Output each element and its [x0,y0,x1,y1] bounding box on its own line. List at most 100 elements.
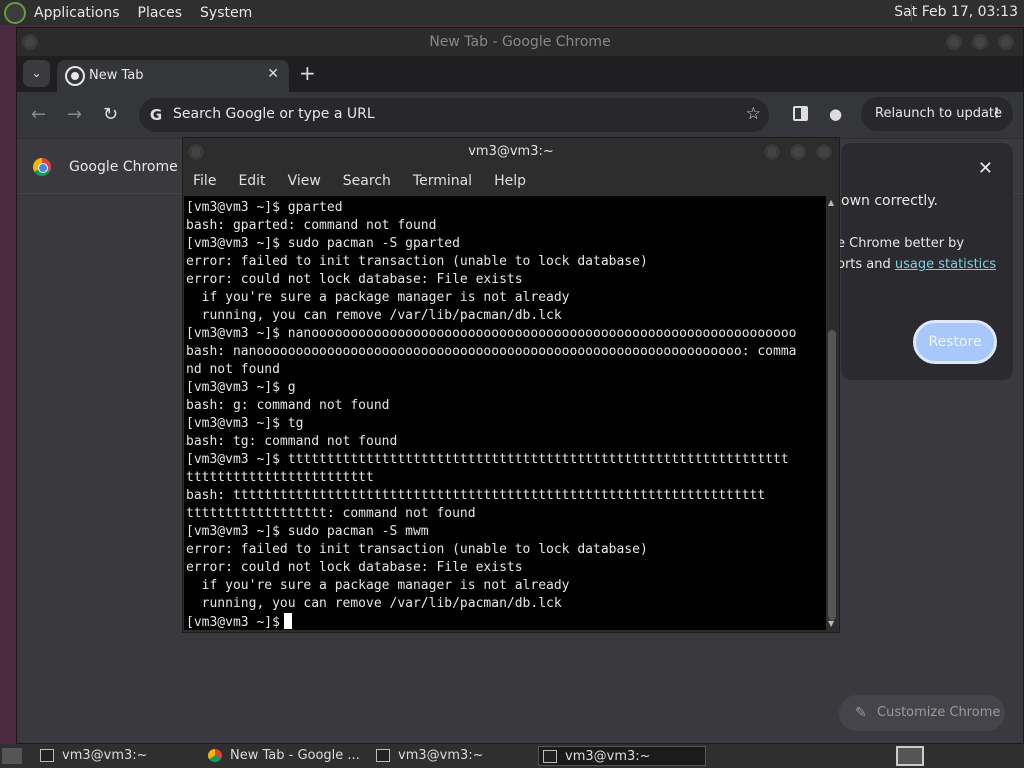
menu-search[interactable]: Search [343,173,391,189]
taskbar-item-label: vm3@vm3:~ [398,748,484,763]
bubble-line-2: e Chrome better by [837,236,965,251]
side-panel-icon[interactable] [793,106,808,121]
more-menu-icon[interactable]: ⋮ [990,97,1003,131]
terminal-line: error: could not lock database: File exi… [186,560,523,575]
omnibox[interactable]: G Search Google or type a URL ☆ [139,98,769,132]
back-arrow-icon[interactable]: ← [31,104,46,125]
minimize-button[interactable] [945,33,963,51]
chrome-logo-icon [33,158,51,176]
places-menu[interactable]: Places [138,5,183,21]
bottom-taskbar: vm3@vm3:~ New Tab - Google ... vm3@vm3:~… [0,744,1024,768]
profile-person-icon[interactable]: ● [829,105,845,123]
restore-pages-bubble: ✕ own correctly. e Chrome better by orts… [837,143,1013,380]
forward-arrow-icon[interactable]: → [67,104,82,125]
terminal-icon [40,749,54,762]
menu-file[interactable]: File [193,173,216,189]
bubble-line-3-text: orts and [837,257,895,272]
relaunch-to-update-button[interactable]: Relaunch to update ⋮ [861,97,1013,131]
terminal-close-button[interactable] [815,143,833,161]
terminal-line: bash: tg: command not found [186,434,398,449]
taskbar-item-terminal-1[interactable]: vm3@vm3:~ [36,746,196,766]
terminal-window: vm3@vm3:~ File Edit View Search Terminal… [182,137,840,633]
usage-statistics-link[interactable]: usage statistics [895,257,996,272]
tab-new-tab[interactable]: New Tab ✕ [57,60,289,92]
terminal-line: tttttttttttttttttttttttt [186,470,374,485]
taskbar-item-label: vm3@vm3:~ [565,749,651,764]
tab-label: New Tab [89,68,144,83]
pencil-icon: ✎ [855,705,867,721]
terminal-line: bash: tttttttttttttttttttttttttttttttttt… [186,488,766,503]
tab-search-chevron-icon[interactable]: ⌄ [23,60,50,87]
taskbar-item-terminal-3[interactable]: vm3@vm3:~ [538,746,706,766]
terminal-line: [vm3@vm3 ~]$ nanoooooooooooooooooooooooo… [186,326,797,341]
tab-strip: ⌄ New Tab ✕ + [17,56,1023,92]
omnibox-placeholder: Search Google or type a URL [173,106,375,122]
show-desktop-icon[interactable] [2,748,22,764]
terminal-line: [vm3@vm3 ~]$ sudo pacman -S mwm [186,524,429,539]
menu-view[interactable]: View [288,173,321,189]
terminal-line: [vm3@vm3 ~]$ g [186,380,296,395]
bookmark-star-icon[interactable]: ☆ [746,104,761,124]
menu-edit[interactable]: Edit [238,173,265,189]
terminal-line: [vm3@vm3 ~]$ ttttttttttttttttttttttttttt… [186,452,789,467]
terminal-menubar: File Edit View Search Terminal Help [183,166,839,196]
terminal-line: bash: nanooooooooooooooooooooooooooooooo… [186,344,797,359]
customize-label: Customize Chrome [877,705,1001,720]
chrome-titlebar[interactable]: New Tab - Google Chrome [17,28,1023,56]
terminal-line: nd not found [186,362,280,377]
chrome-icon [208,749,222,762]
bubble-line-3: orts and usage statistics [837,257,996,272]
clock[interactable]: Sat Feb 17, 03:13 [894,4,1018,20]
bubble-line-1: own correctly. [841,193,938,209]
terminal-line: if you're sure a package manager is not … [186,290,570,305]
terminal-icon [376,749,390,762]
terminal-output: [vm3@vm3 ~]$ gparted bash: gparted: comma… [184,196,827,630]
terminal-line: running, you can remove /var/lib/pacman/… [186,596,562,611]
taskbar-item-chrome[interactable]: New Tab - Google ... [204,746,366,766]
scrollbar-thumb[interactable] [828,330,836,620]
new-tab-plus-icon[interactable]: + [299,61,316,85]
terminal-titlebar[interactable]: vm3@vm3:~ [183,138,839,166]
chrome-tab-favicon-icon [67,68,83,84]
maximize-button[interactable] [971,33,989,51]
terminal-scrollbar[interactable]: ▲ ▼ [826,196,838,630]
terminal-screen[interactable]: [vm3@vm3 ~]$ gparted bash: gparted: comma… [184,196,827,630]
chrome-toolbar: ← → ↻ G Search Google or type a URL ☆ ● … [17,92,1023,138]
google-g-icon: G [149,106,163,124]
top-panel: Applications Places System Sat Feb 17, 0… [0,0,1024,25]
terminal-line: error: could not lock database: File exi… [186,272,523,287]
menu-help[interactable]: Help [494,173,526,189]
menu-terminal[interactable]: Terminal [413,173,472,189]
taskbar-item-terminal-2[interactable]: vm3@vm3:~ [372,746,532,766]
taskbar-item-label: vm3@vm3:~ [62,748,148,763]
terminal-line: [vm3@vm3 ~]$ tg [186,416,304,431]
terminal-line: error: failed to init transaction (unabl… [186,542,648,557]
terminal-prompt: [vm3@vm3 ~]$ [186,615,280,630]
tab-close-icon[interactable]: ✕ [267,66,279,82]
scroll-up-arrow-icon[interactable]: ▲ [828,198,834,207]
workspace-switcher[interactable] [896,746,924,766]
terminal-prompt-line: [vm3@vm3 ~]$ [186,613,827,630]
window-menu-button[interactable] [21,33,39,51]
scroll-down-arrow-icon[interactable]: ▼ [828,619,834,628]
system-menu[interactable]: System [200,5,252,21]
terminal-cursor [283,613,292,629]
customize-chrome-button[interactable]: ✎ Customize Chrome [839,695,1005,731]
chrome-window-title: New Tab - Google Chrome [429,34,611,50]
restore-button[interactable]: Restore [913,320,997,364]
terminal-minimize-button[interactable] [763,143,781,161]
applications-menu[interactable]: Applications [34,5,120,21]
taskbar-item-label: New Tab - Google ... [230,748,360,763]
bubble-close-icon[interactable]: ✕ [978,158,993,179]
terminal-line: [vm3@vm3 ~]$ gparted [186,200,343,215]
reload-icon[interactable]: ↻ [103,104,118,125]
terminal-window-menu-button[interactable] [187,143,205,161]
terminal-maximize-button[interactable] [789,143,807,161]
terminal-line: tttttttttttttttttt: command not found [186,506,476,521]
distro-logo-icon[interactable] [4,1,26,24]
close-button[interactable] [997,33,1015,51]
terminal-line: running, you can remove /var/lib/pacman/… [186,308,562,323]
terminal-line: error: failed to init transaction (unabl… [186,254,648,269]
relaunch-label: Relaunch to update [875,106,1003,121]
terminal-line: if you're sure a package manager is not … [186,578,570,593]
